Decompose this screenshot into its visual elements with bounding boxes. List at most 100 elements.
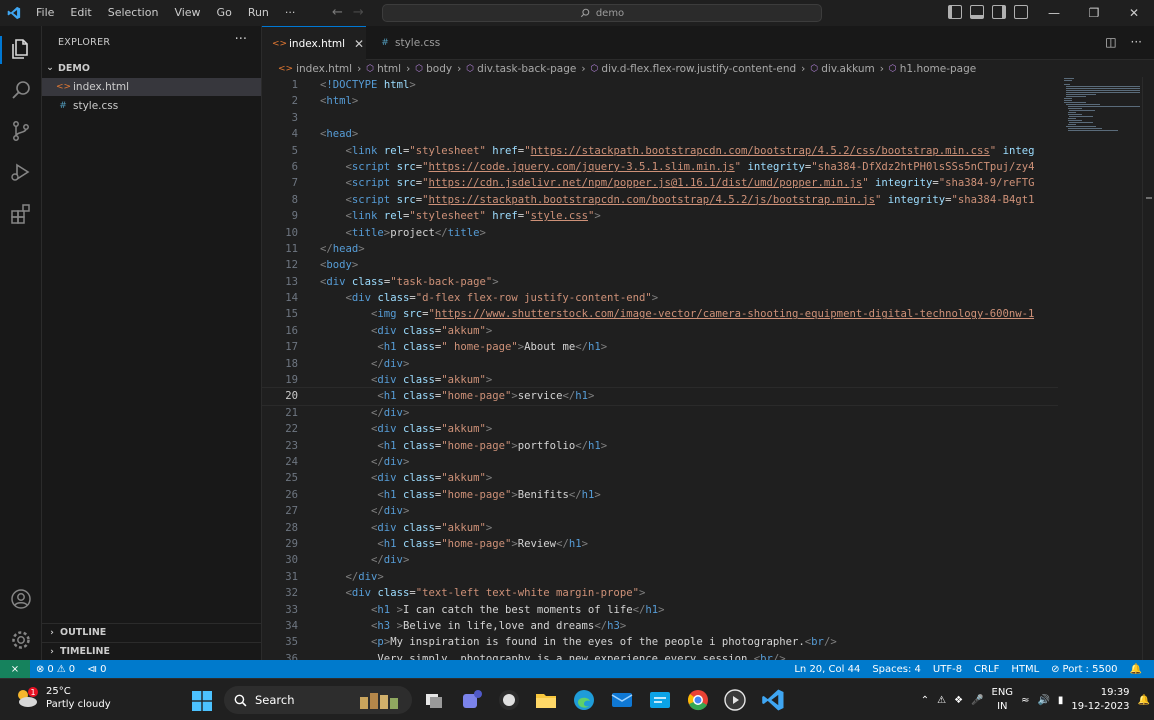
input-language[interactable]: ENG IN (992, 686, 1014, 714)
code-editor[interactable]: 1 <!DOCTYPE html> 2 <html> 3 4 <head> 5 <link r… (262, 77, 1154, 660)
notifications-bell-icon[interactable]: 🔔 (1124, 664, 1148, 675)
code-line[interactable]: 32 <div class="text-left text-white marg… (262, 585, 1058, 601)
code-line[interactable]: 29 <h1 class="home-page">Review</h1> (262, 536, 1058, 552)
windows-start-icon[interactable] (192, 691, 212, 711)
code-line[interactable]: 13 <div class="task-back-page"> (262, 274, 1058, 290)
minimize-icon[interactable]: — (1034, 0, 1074, 26)
end-of-line[interactable]: CRLF (968, 664, 1005, 675)
code-line[interactable]: 34 <h3 >Belive in life,love and dreams</… (262, 618, 1058, 634)
breadcrumb-item[interactable]: h1.home-page (900, 63, 976, 75)
breadcrumb-item[interactable]: body (426, 63, 452, 75)
close-window-icon[interactable]: ✕ (1114, 0, 1154, 26)
notification-center-icon[interactable]: 🔔 (1138, 695, 1150, 706)
forward-arrow-icon[interactable]: → (353, 5, 364, 20)
remote-indicator[interactable]: ⨯ (0, 660, 30, 678)
minimap[interactable] (1062, 77, 1142, 137)
source-control-icon[interactable] (9, 119, 33, 143)
tab-index-html[interactable]: <> index.html ✕ (262, 26, 366, 60)
code-line[interactable]: 18 </div> (262, 356, 1058, 372)
code-lines[interactable]: 1 <!DOCTYPE html> 2 <html> 3 4 <head> 5 <link r… (262, 77, 1058, 660)
menu-file[interactable]: File (28, 0, 62, 26)
live-server-port[interactable]: ⊘ Port : 5500 (1045, 664, 1123, 675)
breadcrumb-item[interactable]: html (377, 63, 401, 75)
code-line[interactable]: 26 <h1 class="home-page">Benifits</h1> (262, 487, 1058, 503)
breadcrumb-item[interactable]: div.d-flex.flex-row.justify-content-end (601, 63, 796, 75)
chevron-up-icon[interactable]: ⌃ (921, 695, 929, 706)
file-index-html[interactable]: <> index.html (42, 78, 261, 96)
code-line[interactable]: 27 </div> (262, 503, 1058, 519)
search-icon[interactable] (9, 78, 33, 102)
code-line[interactable]: 6 <script src="https://code.jquery.com/j… (262, 159, 1058, 175)
code-line[interactable]: 15 <img src="https://www.shutterstock.co… (262, 306, 1058, 322)
run-debug-icon[interactable] (9, 160, 33, 184)
network-disabled-icon[interactable]: ⚠ (937, 695, 946, 706)
code-line[interactable]: 35 <p>My inspiration is found in the eye… (262, 634, 1058, 650)
manage-gear-icon[interactable] (9, 628, 33, 652)
menu-edit[interactable]: Edit (62, 0, 99, 26)
toggle-panel-icon[interactable] (970, 5, 984, 19)
volume-icon[interactable]: 🔊 (1037, 695, 1049, 706)
chrome-browser-icon[interactable] (686, 688, 710, 712)
menu-selection[interactable]: Selection (100, 0, 167, 26)
code-line[interactable]: 11 </head> (262, 241, 1058, 257)
code-line[interactable]: 16 <div class="akkum"> (262, 323, 1058, 339)
microphone-icon[interactable]: 🎤 (971, 695, 983, 706)
taskbar-search[interactable]: Search (224, 686, 412, 714)
breadcrumb-item[interactable]: index.html (296, 63, 352, 75)
battery-icon[interactable]: ▮ (1058, 695, 1064, 706)
explorer-files-icon[interactable] (9, 37, 33, 61)
toggle-sidebar-icon[interactable] (948, 5, 962, 19)
code-line[interactable]: 1 <!DOCTYPE html> (262, 77, 1058, 93)
weather-widget[interactable]: 1 25°C Partly cloudy (14, 685, 111, 711)
language-mode[interactable]: HTML (1005, 664, 1045, 675)
code-line[interactable]: 9 <link rel="stylesheet" href="style.css… (262, 208, 1058, 224)
menu-go[interactable]: Go (209, 0, 240, 26)
code-line[interactable]: 12 <body> (262, 257, 1058, 273)
menu-view[interactable]: View (166, 0, 208, 26)
code-line[interactable]: 31 </div> (262, 569, 1058, 585)
accounts-icon[interactable] (9, 587, 33, 611)
code-line[interactable]: 10 <title>project</title> (262, 225, 1058, 241)
explorer-more-actions[interactable]: ··· (235, 32, 247, 47)
file-explorer-icon[interactable] (534, 688, 558, 712)
customize-layout-icon[interactable] (1014, 5, 1028, 19)
code-line[interactable]: 33 <h1 >I can catch the best moments of … (262, 602, 1058, 618)
code-line[interactable]: 14 <div class="d-flex flex-row justify-c… (262, 290, 1058, 306)
edge-browser-icon[interactable] (572, 688, 596, 712)
code-line[interactable]: 24 </div> (262, 454, 1058, 470)
code-line[interactable]: 23 <h1 class="home-page">portfolio</h1> (262, 438, 1058, 454)
vertical-scrollbar[interactable] (1142, 77, 1154, 660)
ports-indicator[interactable]: ⧏ 0 (81, 664, 112, 675)
outline-section[interactable]: › OUTLINE (42, 623, 261, 641)
code-line[interactable]: 36 Very simply ,photography is a new exp… (262, 651, 1058, 660)
restore-icon[interactable]: ❐ (1074, 0, 1114, 26)
extensions-icon[interactable] (9, 202, 33, 226)
code-line[interactable]: 7 <script src="https://cdn.jsdelivr.net/… (262, 175, 1058, 191)
command-center-search[interactable]: demo (382, 4, 822, 22)
code-line[interactable]: 25 <div class="akkum"> (262, 470, 1058, 486)
store-icon[interactable] (648, 688, 672, 712)
menu-more[interactable]: ··· (277, 0, 304, 26)
file-style-css[interactable]: # style.css (42, 97, 261, 115)
menu-run[interactable]: Run (240, 0, 277, 26)
code-line[interactable]: 19 <div class="akkum"> (262, 372, 1058, 388)
code-line[interactable]: 8 <script src="https://stackpath.bootstr… (262, 192, 1058, 208)
toggle-secondary-sidebar-icon[interactable] (992, 5, 1006, 19)
vscode-logo-icon[interactable] (0, 0, 28, 26)
tab-style-css[interactable]: # style.css (368, 26, 458, 60)
teams-chat-icon[interactable] (460, 688, 484, 712)
clock[interactable]: 19:39 19-12-2023 (1071, 686, 1129, 714)
code-line[interactable]: 30 </div> (262, 552, 1058, 568)
code-line[interactable]: 3 (262, 110, 1058, 126)
breadcrumb-item[interactable]: div.task-back-page (477, 63, 576, 75)
problems-indicator[interactable]: ⊗ 0 ⚠ 0 (30, 664, 81, 675)
code-line[interactable]: 2 <html> (262, 93, 1058, 109)
mail-icon[interactable] (610, 688, 634, 712)
code-line[interactable]: 28 <div class="akkum"> (262, 520, 1058, 536)
code-line[interactable]: 21 </div> (262, 405, 1058, 421)
dropbox-icon[interactable]: ❖ (954, 695, 963, 706)
task-view-icon[interactable] (422, 688, 446, 712)
split-editor-icon[interactable]: ◫ (1105, 35, 1116, 49)
encoding[interactable]: UTF-8 (927, 664, 968, 675)
folder-demo[interactable]: ⌄ DEMO (42, 60, 261, 76)
